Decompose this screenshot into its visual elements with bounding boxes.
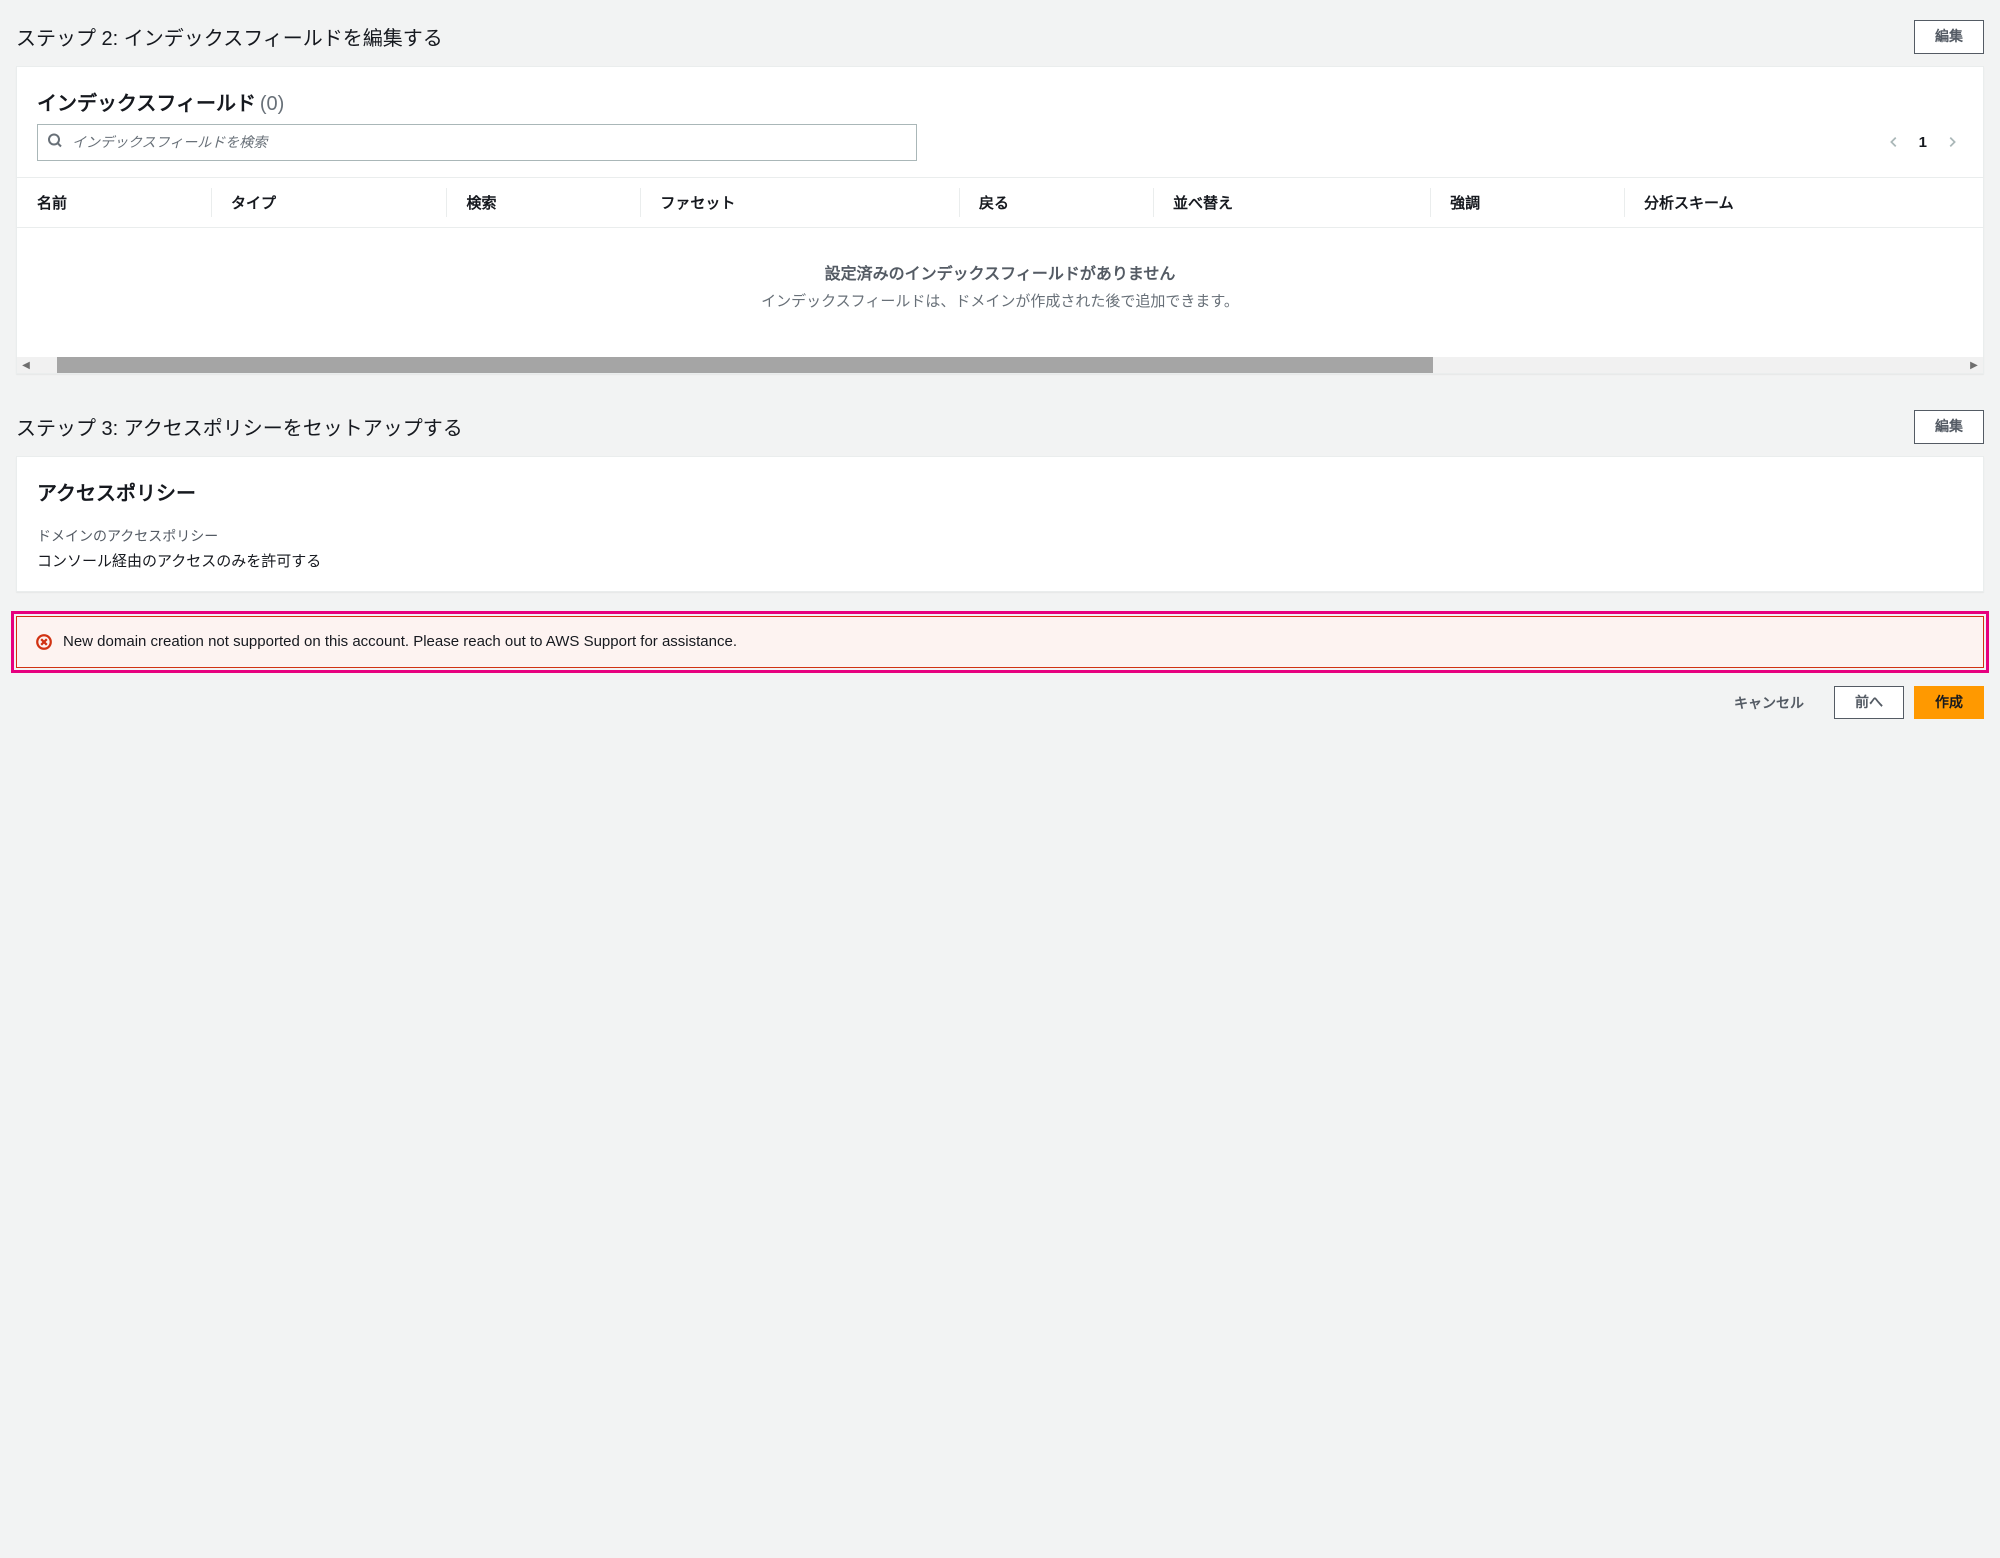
step3-title: ステップ 3: アクセスポリシーをセットアップする (16, 412, 463, 441)
step2-title: ステップ 2: インデックスフィールドを編集する (16, 22, 443, 51)
create-button[interactable]: 作成 (1914, 686, 1984, 720)
empty-subtitle: インデックスフィールドは、ドメインが作成された後で追加できます。 (37, 290, 1963, 311)
access-policy-title: アクセスポリシー (37, 477, 196, 506)
index-fields-search-input[interactable] (37, 124, 917, 162)
col-return[interactable]: 戻る (959, 178, 1153, 228)
error-alert: New domain creation not supported on thi… (16, 616, 1984, 668)
col-facet[interactable]: ファセット (640, 178, 959, 228)
step2-edit-button[interactable]: 編集 (1914, 20, 1984, 54)
col-highlight[interactable]: 強調 (1430, 178, 1624, 228)
col-type[interactable]: タイプ (211, 178, 447, 228)
error-icon (35, 633, 53, 651)
index-fields-count: (0) (260, 93, 284, 115)
horizontal-scrollbar[interactable]: ◀ ▶ (17, 357, 1983, 373)
index-fields-table: 名前 タイプ 検索 ファセット 戻る 並べ替え 強調 分析スキーム (17, 177, 1983, 357)
access-policy-panel: アクセスポリシー ドメインのアクセスポリシー コンソール経由のアクセスのみを許可… (16, 456, 1984, 592)
step3-edit-button[interactable]: 編集 (1914, 410, 1984, 444)
scroll-right-icon[interactable]: ▶ (1965, 357, 1983, 373)
page-number: 1 (1919, 134, 1927, 151)
scroll-left-icon[interactable]: ◀ (17, 357, 35, 373)
col-analysis[interactable]: 分析スキーム (1624, 178, 1983, 228)
error-text: New domain creation not supported on thi… (63, 633, 737, 650)
scroll-thumb[interactable] (57, 357, 1433, 373)
col-sort[interactable]: 並べ替え (1153, 178, 1430, 228)
search-icon (47, 133, 63, 152)
policy-label: ドメインのアクセスポリシー (37, 514, 1963, 546)
empty-title: 設定済みのインデックスフィールドがありません (37, 260, 1963, 284)
policy-value: コンソール経由のアクセスのみを許可する (37, 550, 1963, 571)
col-name[interactable]: 名前 (17, 178, 211, 228)
index-fields-title: インデックスフィールド (37, 87, 256, 116)
page-prev-icon[interactable] (1887, 135, 1901, 149)
page-next-icon[interactable] (1945, 135, 1959, 149)
cancel-button[interactable]: キャンセル (1714, 687, 1824, 719)
col-search[interactable]: 検索 (446, 178, 640, 228)
previous-button[interactable]: 前へ (1834, 686, 1904, 720)
index-fields-panel: インデックスフィールド (0) 1 (16, 66, 1984, 375)
